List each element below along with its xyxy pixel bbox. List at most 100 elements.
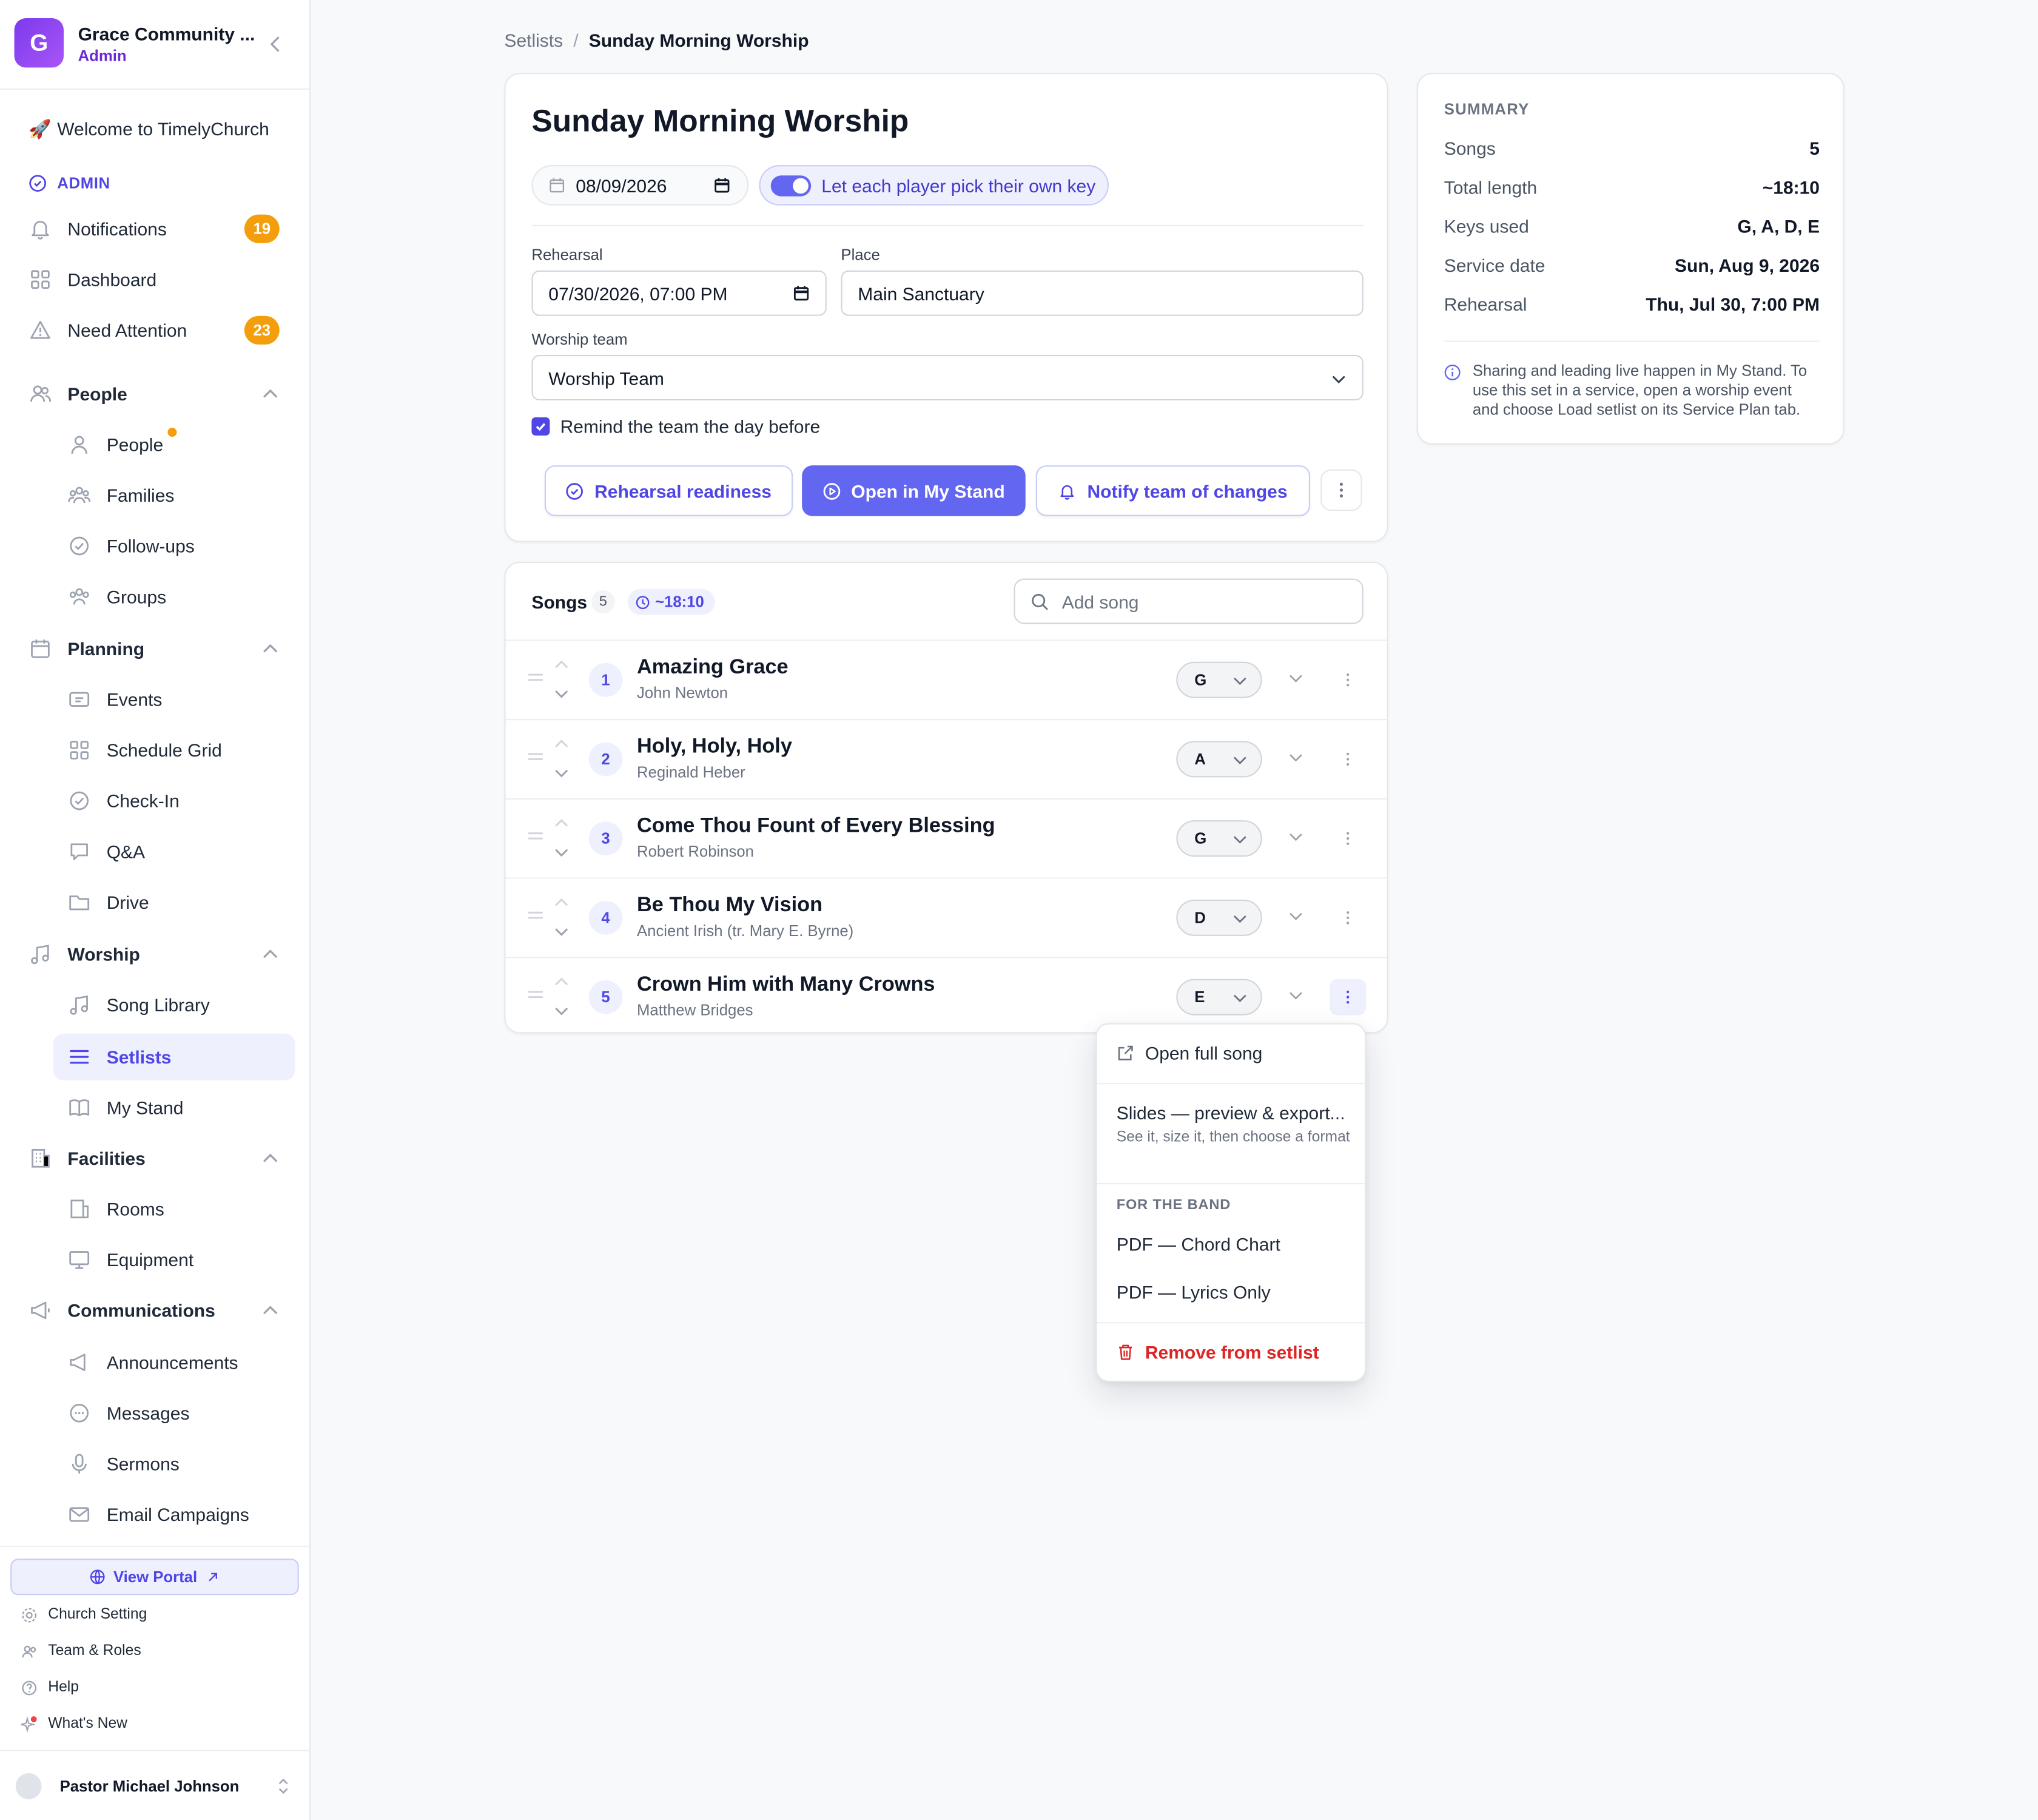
menu-remove-from-setlist[interactable]: Remove from setlist [1117, 1341, 1319, 1363]
expand-chevron-icon[interactable] [1286, 986, 1305, 1005]
nav-need-attention[interactable]: Need Attention 23 [29, 307, 283, 354]
song-author: Reginald Heber [637, 763, 745, 781]
expand-chevron-icon[interactable] [1286, 908, 1305, 926]
menu-pdf-chord-chart[interactable]: PDF — Chord Chart [1117, 1234, 1280, 1255]
song-key-select[interactable]: E [1176, 979, 1262, 1016]
nav-group-people[interactable]: People [29, 371, 283, 417]
song-row[interactable]: 4 Be Thou My Vision Ancient Irish (tr. Mar… [505, 877, 1387, 956]
nav-drive[interactable]: Drive [67, 879, 288, 926]
worship-team-select[interactable]: Worship Team [531, 355, 1364, 400]
more-actions-button[interactable] [1320, 469, 1362, 511]
song-more-button[interactable] [1330, 741, 1366, 777]
nav-events[interactable]: Events [67, 676, 288, 723]
rehearsal-readiness-button[interactable]: Rehearsal readiness [544, 465, 793, 516]
reorder-arrows-icon[interactable] [553, 817, 571, 861]
drag-handle-icon[interactable] [528, 910, 543, 920]
duration-badge: ~18:10 [628, 588, 715, 615]
service-date-input[interactable]: 08/09/2026 [531, 165, 749, 206]
view-portal-button[interactable]: View Portal [10, 1559, 299, 1596]
song-key-select[interactable]: G [1176, 661, 1262, 698]
help-link[interactable]: Help [21, 1674, 79, 1700]
date-picker-icon[interactable] [793, 285, 810, 302]
nav-notifications[interactable]: Notifications 19 [29, 206, 283, 252]
nav-schedule-grid[interactable]: Schedule Grid [67, 727, 288, 774]
song-row[interactable]: 2 Holy, Holy, Holy Reginald Heber A [505, 719, 1387, 797]
org-switcher[interactable]: G Grace Community ... Admin [14, 18, 300, 70]
nav-my-stand[interactable]: My Stand [67, 1084, 288, 1131]
nav-follow-ups[interactable]: Follow-ups [67, 522, 288, 569]
rehearsal-datetime-input[interactable]: 07/30/2026, 07:00 PM [531, 270, 827, 316]
open-in-my-stand-button[interactable]: Open in My Stand [802, 465, 1026, 516]
remind-checkbox[interactable] [531, 417, 550, 436]
expand-chevron-icon[interactable] [1286, 749, 1305, 767]
song-key-select[interactable]: G [1176, 820, 1262, 857]
nav-setlists[interactable]: Setlists [67, 1034, 288, 1080]
grid-icon [70, 741, 89, 760]
nav-announcements[interactable]: Announcements [67, 1339, 288, 1386]
song-more-button[interactable] [1330, 662, 1366, 698]
breadcrumb-setlists[interactable]: Setlists [504, 30, 563, 50]
drag-handle-icon[interactable] [528, 989, 543, 1000]
nav-need-attention-label: Need Attention [67, 320, 187, 341]
setlist-details-card: Sunday Morning Worship 08/09/2026 Let ea… [504, 73, 1388, 542]
song-key-select[interactable]: D [1176, 899, 1262, 936]
book-open-icon [69, 1099, 90, 1116]
expand-chevron-icon[interactable] [1286, 670, 1305, 688]
church-setting-link[interactable]: Church Setting [21, 1602, 147, 1628]
nav-group-worship[interactable]: Worship [29, 931, 283, 977]
reorder-arrows-icon[interactable] [553, 895, 571, 940]
nav-song-library[interactable]: Song Library [67, 982, 288, 1028]
chevron-up-icon [263, 949, 277, 958]
nav-email-campaigns[interactable]: Email Campaigns [67, 1491, 288, 1538]
toggle-switch[interactable] [770, 175, 812, 196]
nav-welcome[interactable]: 🚀 Welcome to TimelyChurch [29, 106, 283, 152]
divider [1097, 1322, 1365, 1324]
add-song-search[interactable]: Add song [1014, 578, 1364, 624]
user-menu[interactable]: Pastor Michael Johnson [15, 1765, 295, 1807]
nav-group-planning[interactable]: Planning [29, 625, 283, 672]
whats-new-link[interactable]: What's New [21, 1711, 127, 1737]
nav-qa[interactable]: Q&A [67, 828, 288, 875]
menu-open-full-song[interactable]: Open full song [1117, 1043, 1262, 1063]
nav-dashboard[interactable]: Dashboard [29, 256, 283, 303]
sidebar: G Grace Community ... Admin 🚀 Welcome to… [0, 0, 311, 1820]
nav-group-facilities[interactable]: Facilities [29, 1135, 283, 1182]
nav-people[interactable]: People [67, 421, 288, 468]
nav-sermons[interactable]: Sermons [67, 1440, 288, 1487]
drag-handle-icon[interactable] [528, 831, 543, 841]
chevron-up-icon [263, 1153, 277, 1162]
nav-notifications-label: Notifications [67, 218, 167, 240]
nav-families[interactable]: Families [67, 472, 288, 519]
reorder-arrows-icon[interactable] [553, 975, 571, 1019]
own-key-toggle[interactable]: Let each player pick their own key [759, 165, 1109, 206]
team-roles-link[interactable]: Team & Roles [21, 1638, 141, 1664]
nav-group-communications[interactable]: Communications [29, 1287, 283, 1333]
chevron-left-icon[interactable] [265, 34, 286, 55]
drag-handle-icon[interactable] [528, 752, 543, 762]
reorder-arrows-icon[interactable] [553, 737, 571, 781]
place-input[interactable]: Main Sanctuary [841, 270, 1364, 316]
drag-handle-icon[interactable] [528, 672, 543, 682]
expand-chevron-icon[interactable] [1286, 828, 1305, 846]
breadcrumb: Setlists / Sunday Morning Worship [504, 30, 809, 51]
song-more-button[interactable] [1330, 979, 1367, 1016]
date-picker-icon[interactable] [713, 177, 730, 194]
song-row[interactable]: 3 Come Thou Fount of Every Blessing Robert… [505, 798, 1387, 877]
song-row[interactable]: 1 Amazing Grace John Newton G [505, 639, 1387, 718]
song-more-button[interactable] [1330, 820, 1366, 857]
menu-pdf-lyrics-only[interactable]: PDF — Lyrics Only [1117, 1282, 1271, 1303]
menu-slides[interactable]: Slides — preview & export... [1117, 1102, 1345, 1123]
nav-rooms[interactable]: Rooms [67, 1185, 288, 1232]
song-key-select[interactable]: A [1176, 741, 1262, 778]
remind-checkbox-row[interactable]: Remind the team the day before [531, 416, 820, 437]
nav-equipment[interactable]: Equipment [67, 1236, 288, 1283]
reorder-arrows-icon[interactable] [553, 658, 571, 702]
chat-bubble-icon [70, 843, 88, 860]
nav-check-in[interactable]: Check-In [67, 777, 288, 824]
notify-team-button[interactable]: Notify team of changes [1035, 465, 1310, 516]
song-more-button[interactable] [1330, 900, 1366, 936]
chevron-down-icon [1234, 995, 1246, 1002]
bell-icon [32, 220, 49, 240]
nav-groups[interactable]: Groups [67, 573, 288, 620]
nav-messages[interactable]: Messages [67, 1390, 288, 1437]
